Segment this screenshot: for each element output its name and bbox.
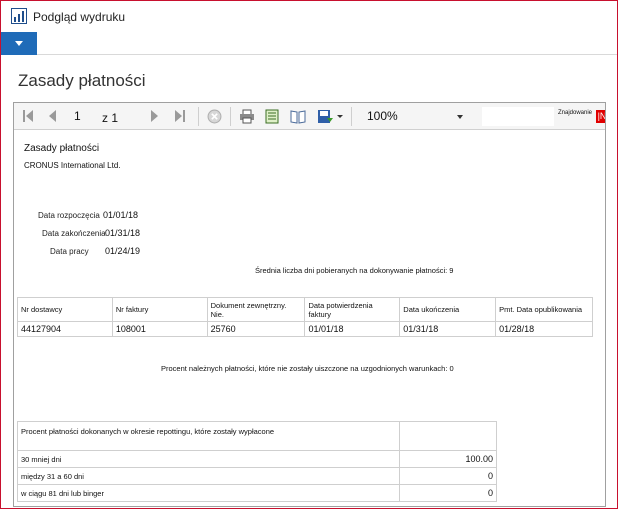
column-header: Nr faktury bbox=[111, 297, 208, 322]
external-doc-cell: 25760 bbox=[206, 321, 306, 337]
end-date-value: 01/31/18 bbox=[105, 228, 141, 238]
payments-header-row: Procent płatności dokonanych w okresie r… bbox=[17, 421, 497, 451]
report-title: Zasady płatności bbox=[24, 143, 100, 154]
page-count: z 1 bbox=[102, 111, 119, 125]
last-page-icon[interactable] bbox=[174, 109, 186, 123]
zoom-value: 100% bbox=[367, 109, 398, 123]
app-title: Podgląd wydruku bbox=[33, 10, 126, 24]
payments-table: Procent płatności dokonanych w okresie r… bbox=[17, 421, 497, 502]
period-label: 30 mniej dni bbox=[17, 450, 400, 468]
work-date-value: 01/24/19 bbox=[105, 246, 141, 256]
print-layout-icon[interactable] bbox=[265, 109, 279, 124]
invoice-no-cell: 108001 bbox=[111, 321, 208, 337]
column-header: Dokument zewnętrzny. Nie. bbox=[206, 297, 306, 322]
find-input[interactable] bbox=[482, 107, 554, 126]
menu-dropdown-button[interactable] bbox=[1, 32, 37, 55]
divider bbox=[37, 54, 617, 55]
report-toolbar: 1 z 1 100% Znajdowanie |N bbox=[14, 103, 605, 130]
table-header-row: Nr dostawcy Nr faktury Dokument zewnętrz… bbox=[17, 297, 593, 322]
title-bar: Podgląd wydruku bbox=[1, 1, 617, 32]
find-label[interactable]: Znajdowanie bbox=[558, 110, 592, 116]
column-header: Pmt. Data opublikowania bbox=[495, 297, 593, 322]
report-page: Zasady płatności CRONUS International Lt… bbox=[14, 131, 605, 506]
toolbar-separator bbox=[198, 107, 199, 126]
table-row: 30 mniej dni 100.00 bbox=[17, 450, 497, 468]
due-date-cell: 01/31/18 bbox=[399, 321, 497, 337]
invoice-table: Nr dostawcy Nr faktury Dokument zewnętrz… bbox=[17, 297, 593, 337]
period-value: 100.00 bbox=[399, 450, 497, 468]
chevron-down-icon bbox=[15, 41, 23, 46]
company-name: CRONUS International Ltd. bbox=[24, 161, 121, 170]
page-title: Zasady płatności bbox=[18, 71, 146, 90]
toolbar-separator bbox=[351, 107, 352, 126]
start-date-label: Data rozpoczęcia bbox=[38, 211, 100, 220]
report-app-icon bbox=[11, 8, 27, 24]
export-dropdown-icon[interactable] bbox=[337, 109, 343, 123]
previous-page-icon[interactable] bbox=[47, 109, 57, 123]
start-date-value: 01/01/18 bbox=[103, 210, 139, 220]
print-icon[interactable] bbox=[239, 109, 255, 124]
column-header: Nr dostawcy bbox=[17, 297, 113, 322]
unpaid-percentage-note: Procent należnych płatności, które nie z… bbox=[161, 364, 454, 373]
payments-header-blank bbox=[399, 421, 497, 451]
posting-date-cell: 01/28/18 bbox=[495, 321, 593, 337]
toolbar-separator bbox=[230, 107, 231, 126]
column-header: Data potwierdzenia faktury bbox=[304, 297, 401, 322]
period-label: między 31 a 60 dni bbox=[17, 467, 400, 485]
export-icon[interactable] bbox=[317, 109, 334, 124]
column-header: Data ukończenia bbox=[399, 297, 497, 322]
report-viewer: 1 z 1 100% Znajdowanie |N Zasady płatnoś… bbox=[13, 102, 606, 507]
period-value: 0 bbox=[399, 467, 497, 485]
work-date-label: Data pracy bbox=[50, 247, 89, 256]
period-label: w ciągu 81 dni lub binger bbox=[17, 484, 400, 502]
page-setup-icon[interactable] bbox=[290, 109, 306, 124]
chevron-down-icon bbox=[457, 115, 463, 119]
table-row: między 31 a 60 dni 0 bbox=[17, 467, 497, 485]
vendor-no-cell: 44127904 bbox=[17, 321, 113, 337]
find-next-button[interactable]: |N bbox=[596, 110, 605, 123]
next-page-icon[interactable] bbox=[150, 109, 160, 123]
zoom-select[interactable]: 100% bbox=[363, 107, 467, 126]
first-page-icon[interactable] bbox=[22, 109, 34, 123]
current-page-input[interactable]: 1 bbox=[74, 109, 81, 123]
table-row: w ciągu 81 dni lub binger 0 bbox=[17, 484, 497, 502]
invoice-confirm-date-cell: 01/01/18 bbox=[304, 321, 401, 337]
average-payment-days: Średnia liczba dni pobieranych na dokony… bbox=[255, 266, 454, 275]
end-date-label: Data zakończenia bbox=[42, 229, 106, 238]
period-value: 0 bbox=[399, 484, 497, 502]
payments-header: Procent płatności dokonanych w okresie r… bbox=[17, 421, 400, 451]
stop-icon[interactable] bbox=[207, 109, 222, 124]
table-row: 44127904 108001 25760 01/01/18 01/31/18 … bbox=[17, 321, 593, 337]
